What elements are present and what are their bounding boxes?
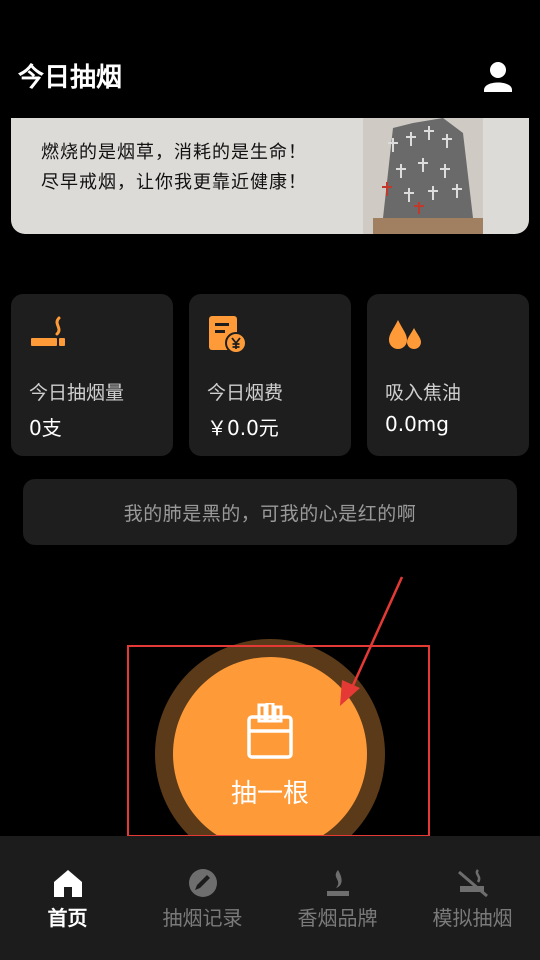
banner-line-2: 尽早戒烟，让你我更靠近健康！	[41, 172, 307, 193]
receipt-yen-icon	[209, 316, 247, 354]
flame-icon	[327, 870, 349, 896]
user-icon	[484, 62, 512, 92]
user-profile-button[interactable]	[480, 58, 516, 98]
nav-label: 抽烟记录	[162, 906, 243, 930]
drops-icon	[389, 320, 421, 349]
stat-card-cigarette-count: 今日抽烟量 0支	[11, 294, 173, 456]
nav-label: 香烟品牌	[297, 906, 378, 930]
no-smoking-icon	[458, 869, 488, 898]
warning-banner: 燃烧的是烟草，消耗的是生命！ 尽早戒烟，让你我更靠近健康！	[11, 118, 529, 234]
stat-card-tar: 吸入焦油 0.0mg	[367, 294, 529, 456]
home-icon	[54, 870, 82, 897]
banner-line-1: 燃烧的是烟草，消耗的是生命！	[41, 142, 307, 163]
nav-item-simulate[interactable]: 模拟抽烟	[405, 836, 540, 960]
cigarette-crosses-image	[363, 118, 483, 234]
stat-label: 吸入焦油	[385, 382, 462, 404]
quote-text: 我的肺是黑的，可我的心是红的啊	[23, 479, 517, 545]
cigarette-icon	[31, 316, 65, 346]
nav-item-brands[interactable]: 香烟品牌	[270, 836, 405, 960]
stat-label: 今日抽烟量	[29, 382, 125, 404]
page-title: 今日抽烟	[18, 63, 123, 93]
stat-card-cost: 今日烟费 ￥0.0元	[189, 294, 351, 456]
nav-label: 模拟抽烟	[432, 906, 513, 930]
stat-value: 0支	[29, 416, 62, 440]
app-header: 今日抽烟	[0, 0, 540, 120]
nav-item-records[interactable]: 抽烟记录	[135, 836, 270, 960]
nav-label: 首页	[47, 906, 88, 930]
highlight-box	[127, 645, 430, 837]
stat-value: 0.0mg	[385, 412, 449, 436]
bottom-nav: 首页 抽烟记录 香烟品牌 模拟抽烟	[0, 836, 540, 960]
pencil-circle-icon	[189, 869, 217, 897]
stat-value: ￥0.0元	[207, 416, 279, 440]
stat-label: 今日烟费	[207, 382, 284, 404]
nav-item-home[interactable]: 首页	[0, 836, 135, 960]
